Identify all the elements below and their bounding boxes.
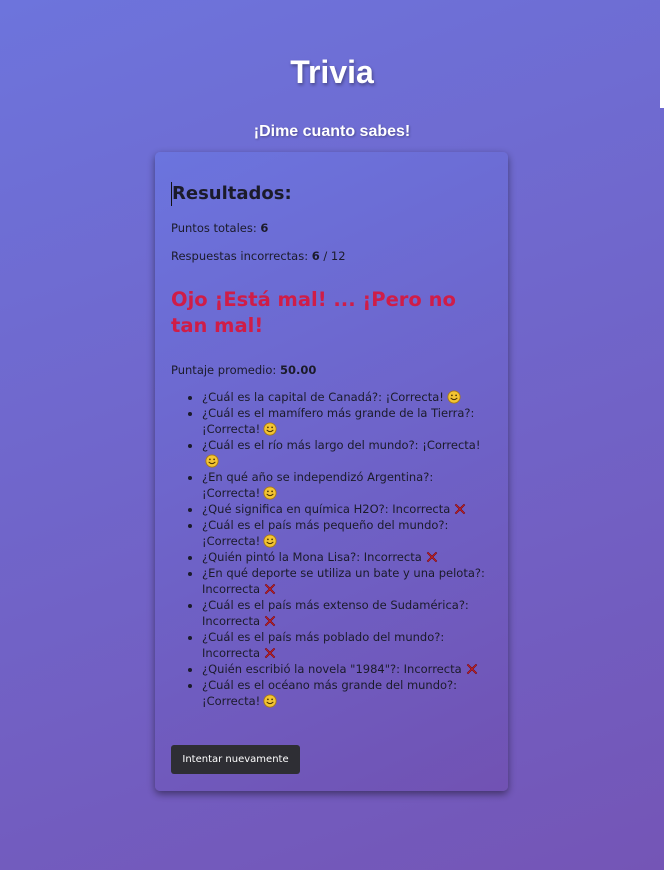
red-x-icon — [450, 502, 467, 516]
incorrect-value: 6 — [311, 249, 320, 263]
page-title: Trivia — [290, 54, 374, 90]
total-points: Puntos totales: 6 — [171, 221, 492, 235]
answer-text: ¿Quién escribió la novela "1984"?: Incor… — [202, 662, 462, 676]
answer-item: ¿Cuál es el país más pequeño del mundo?:… — [202, 517, 492, 549]
answer-item: ¿Cuál es el país más poblado del mundo?:… — [202, 629, 492, 661]
verdict-message: Ojo ¡Está mal! ... ¡Pero no tan mal! — [171, 288, 456, 337]
answer-text: ¿Quién pintó la Mona Lisa?: Incorrecta — [202, 550, 422, 564]
answer-item: ¿Qué significa en química H2O?: Incorrec… — [202, 501, 492, 517]
answers-list: ¿Cuál es la capital de Canadá?: ¡Correct… — [171, 389, 492, 709]
answer-item: ¿Cuál es el mamífero más grande de la Ti… — [202, 405, 492, 437]
red-x-icon — [462, 662, 479, 676]
answer-item: ¿Cuál es el río más largo del mundo?: ¡C… — [202, 437, 492, 469]
smiley-icon — [260, 486, 277, 500]
average-label: Puntaje promedio: — [171, 363, 277, 377]
answer-item: ¿En qué año se independizó Argentina?: ¡… — [202, 469, 492, 501]
answer-text: ¿Cuál es el país más pequeño del mundo?:… — [202, 518, 449, 548]
smiley-icon — [444, 390, 461, 404]
incorrect-label: Respuestas incorrectas: — [171, 249, 309, 263]
incorrect-answers: Respuestas incorrectas: 6 / 12 — [171, 249, 492, 263]
answer-text: ¿Cuál es la capital de Canadá?: ¡Correct… — [202, 390, 444, 404]
answer-text: ¿Cuál es el mamífero más grande de la Ti… — [202, 406, 475, 436]
smiley-icon — [260, 534, 277, 548]
retry-button[interactable]: Intentar nuevamente — [171, 745, 300, 774]
smiley-icon — [202, 454, 219, 468]
answer-text: ¿Cuál es el país más extenso de Sudaméri… — [202, 598, 469, 628]
red-x-icon — [422, 550, 439, 564]
red-x-icon — [260, 614, 277, 628]
answer-item: ¿Cuál es la capital de Canadá?: ¡Correct… — [202, 389, 492, 405]
results-card: Resultados: Puntos totales: 6 Respuestas… — [155, 152, 508, 791]
smiley-icon — [260, 694, 277, 708]
answer-item: ¿En qué deporte se utiliza un bate y una… — [202, 565, 492, 597]
answer-item: ¿Cuál es el país más extenso de Sudaméri… — [202, 597, 492, 629]
average-value: 50.00 — [279, 363, 317, 377]
page-subtitle: ¡Dime cuanto sabes! — [253, 123, 411, 140]
answer-text: ¿Cuál es el océano más grande del mundo?… — [202, 678, 458, 708]
total-points-label: Puntos totales: — [171, 221, 257, 235]
red-x-icon — [260, 582, 277, 596]
average-score: Puntaje promedio: 50.00 — [171, 363, 492, 377]
smiley-icon — [260, 422, 277, 436]
incorrect-total: / 12 — [319, 249, 346, 263]
red-x-icon — [260, 646, 277, 660]
total-points-value: 6 — [260, 221, 269, 235]
answer-item: ¿Quién escribió la novela "1984"?: Incor… — [202, 661, 492, 677]
answer-text: ¿Cuál es el país más poblado del mundo?:… — [202, 630, 445, 660]
answer-text: ¿Qué significa en química H2O?: Incorrec… — [202, 502, 451, 516]
results-heading: Resultados: — [171, 182, 492, 206]
answer-item: ¿Quién pintó la Mona Lisa?: Incorrecta — [202, 549, 492, 565]
answer-text: ¿En qué año se independizó Argentina?: ¡… — [202, 470, 434, 500]
answer-text: ¿Cuál es el río más largo del mundo?: ¡C… — [202, 438, 481, 452]
answer-item: ¿Cuál es el océano más grande del mundo?… — [202, 677, 492, 709]
answer-text: ¿En qué deporte se utiliza un bate y una… — [202, 566, 485, 596]
